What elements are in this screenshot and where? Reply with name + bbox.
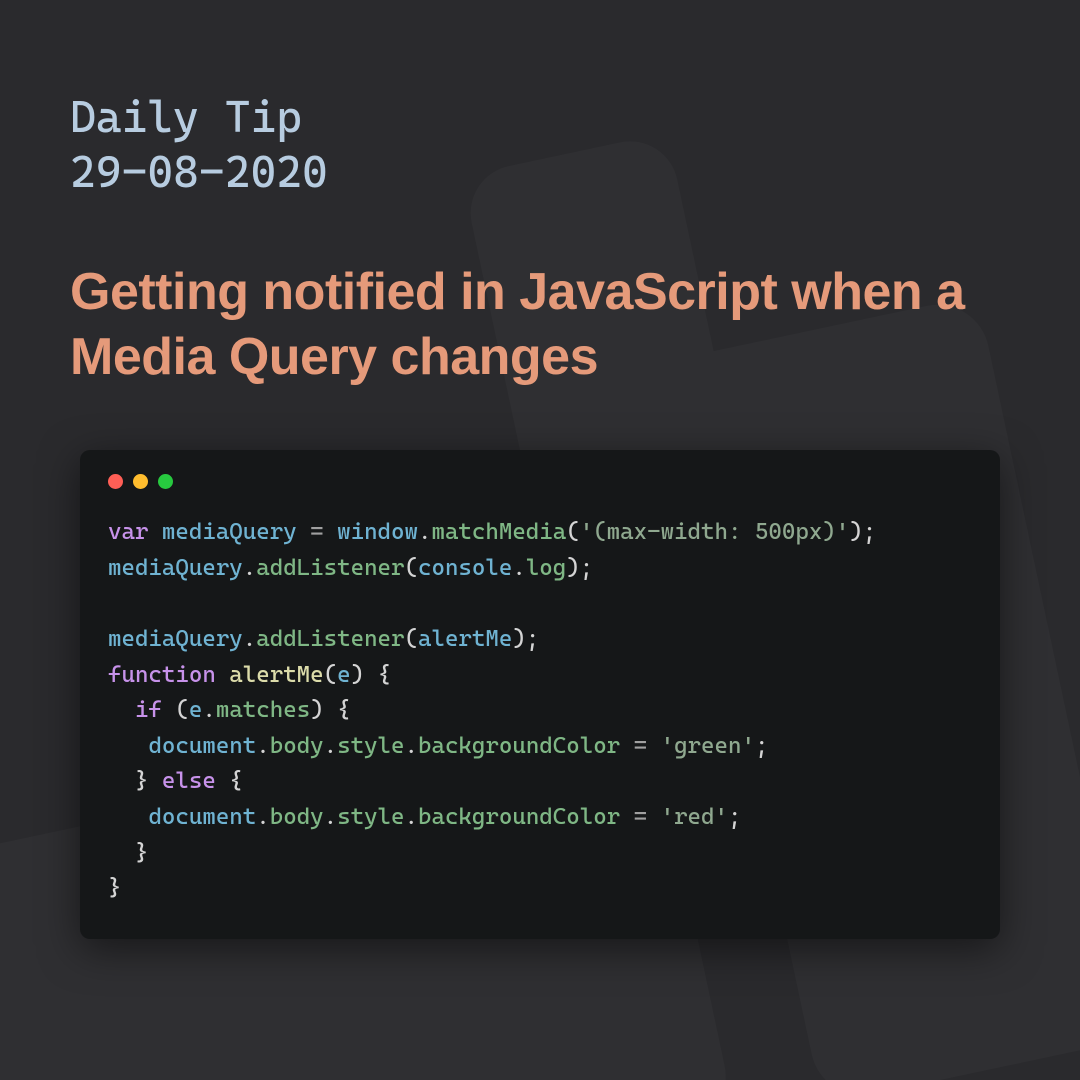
page-title: Getting notified in JavaScript when a Me… xyxy=(70,260,1010,390)
eyebrow-line2: 29-08-2020 xyxy=(70,145,1010,200)
maximize-icon xyxy=(158,474,173,489)
code-block: var mediaQuery = window.matchMedia('(max… xyxy=(108,515,972,907)
eyebrow-line1: Daily Tip xyxy=(70,90,1010,145)
close-icon xyxy=(108,474,123,489)
minimize-icon xyxy=(133,474,148,489)
window-traffic-lights xyxy=(108,474,972,489)
code-window: var mediaQuery = window.matchMedia('(max… xyxy=(80,450,1000,939)
eyebrow: Daily Tip 29-08-2020 xyxy=(70,90,1010,200)
